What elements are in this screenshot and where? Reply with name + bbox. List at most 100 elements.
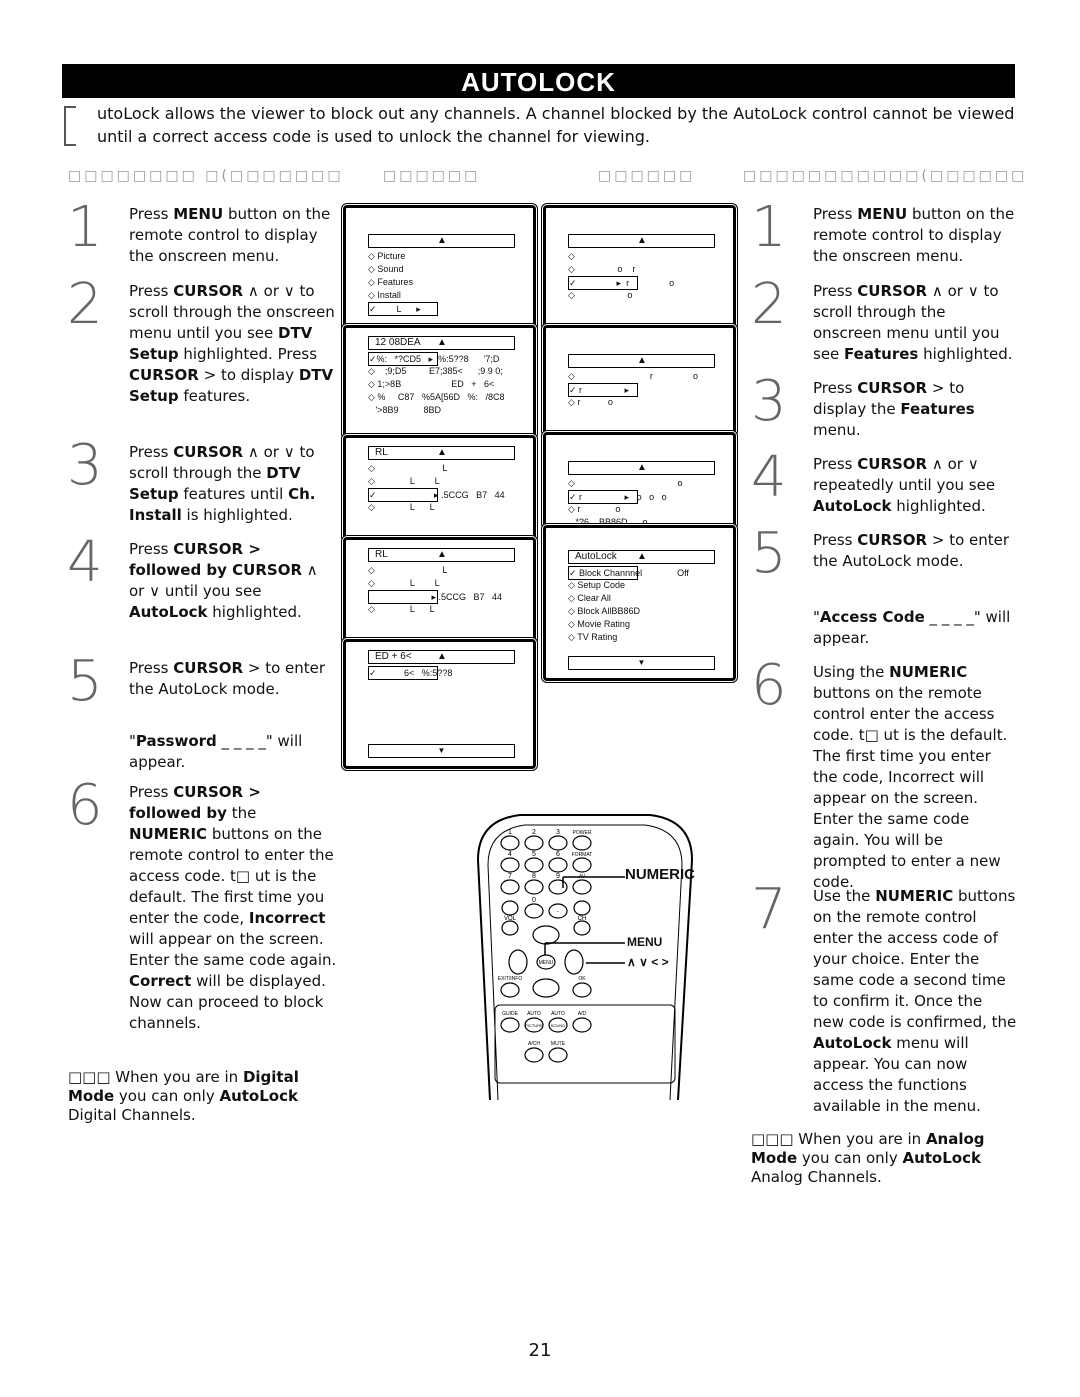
menu-item-highlighted[interactable]: ✓ 6< %:5??8	[368, 666, 452, 680]
column-header-right: □□□□□□□□□□□(□□□□□□	[743, 168, 1028, 184]
menu-item[interactable]: ◇ Block AllBB86D	[568, 605, 640, 617]
remote-key-label: EXIT/INFO	[498, 976, 523, 982]
menu-item[interactable]: ◇ L L	[368, 501, 435, 513]
text-segment: Features	[844, 345, 919, 363]
menu-header: ED + 6< ▲	[368, 650, 515, 664]
remote-key-5[interactable]	[524, 857, 544, 873]
step-number: 6	[67, 773, 103, 838]
remote-key-FORMAT[interactable]	[572, 857, 592, 873]
remote-key-POWER[interactable]	[572, 835, 592, 851]
menu-item[interactable]: ◇ TV Rating	[568, 631, 617, 643]
remote-key-9[interactable]	[548, 879, 568, 895]
step-6: 6 Using the NUMERIC buttons on the remote…	[751, 656, 1018, 893]
menu-item[interactable]: ◇ 1;>8B ED + 6<	[368, 378, 494, 390]
menu-item[interactable]: '>8B9 8BD	[368, 404, 442, 416]
text-segment: Press	[813, 455, 858, 473]
menu-item-highlighted[interactable]: ✓ r ▸ o o o	[568, 490, 667, 504]
vol-up-button[interactable]	[501, 900, 519, 916]
cursor-right-button[interactable]	[564, 949, 584, 975]
menu-screen: ▲ ◇ r o ✓ r ▸ ◇ r o	[543, 325, 736, 435]
menu-item[interactable]: ◇ o	[568, 289, 632, 301]
remote-key-GUIDE[interactable]	[500, 1017, 520, 1033]
remote-key-A/D[interactable]	[572, 1017, 592, 1033]
menu-item[interactable]: ◇ L L	[368, 475, 440, 487]
text-segment: CURSOR	[173, 282, 244, 300]
menu-item[interactable]: ◇ % C87 %5A[56D %: /8C8	[368, 391, 504, 403]
menu-item-highlighted[interactable]: ▸ .5CCG B7 44	[368, 590, 502, 604]
remote-key-label: 1	[508, 829, 512, 836]
menu-item[interactable]: ◇ Features	[368, 276, 413, 288]
remote-key-1[interactable]	[500, 835, 520, 851]
menu-item[interactable]: ◇ o	[568, 477, 682, 489]
ch-down-button[interactable]	[573, 920, 591, 936]
remote-key-label: MENU	[539, 960, 554, 966]
menu-item[interactable]: ◇ Install	[368, 289, 401, 301]
cursor-down-button[interactable]	[532, 978, 560, 998]
step-3: 3 Press CURSOR > to display the Features …	[751, 372, 1018, 441]
remote-key-6[interactable]	[548, 857, 568, 873]
menu-item[interactable]: ◇ L	[368, 462, 447, 474]
step-number: 5	[67, 649, 103, 714]
menu-item[interactable]: ◇ Picture	[368, 250, 405, 262]
text-segment: will appear on the screen. Enter the sam…	[129, 930, 337, 969]
menu-item[interactable]: ◇ L	[368, 564, 447, 576]
menu-scroll-down[interactable]: ▼	[568, 656, 715, 670]
menu-item[interactable]: ◇ r o	[568, 370, 698, 382]
remote-key-label: A/CH	[528, 1041, 540, 1047]
menu-item-highlighted[interactable]: ✓%: *?CD5 ▸ %:5??8 '7;D	[368, 352, 499, 366]
remote-key-label: A/D	[578, 1011, 587, 1017]
menu-item-highlighted[interactable]: ✓ r ▸	[568, 383, 638, 397]
menu-header: ▲	[568, 234, 715, 248]
remote-key-7[interactable]	[500, 879, 520, 895]
remote-key-label: 6	[556, 851, 560, 858]
menu-item[interactable]: ◇ Setup Code	[568, 579, 625, 591]
menu-item[interactable]: ◇ ;9;D5 E7;385< ;9 9 0;	[368, 365, 503, 377]
menu-item[interactable]: ◇ r o	[568, 396, 613, 408]
text-segment: Digital Channels.	[68, 1106, 196, 1124]
menu-item[interactable]: ◇ Movie Rating	[568, 618, 630, 630]
remote-key-4[interactable]	[500, 857, 520, 873]
ach-button[interactable]	[524, 1047, 544, 1063]
menu-item[interactable]: ◇ L L	[368, 603, 435, 615]
exit-info-button[interactable]	[500, 982, 520, 998]
step-4: 4 Press CURSOR > followed by CURSOR ∧ or …	[67, 533, 337, 623]
step-5: 5 Press CURSOR > to enter the AutoLock mo…	[751, 524, 1018, 584]
menu-item-highlighted[interactable]: ✓ Block Channnel Off	[568, 566, 689, 580]
remote-key-3[interactable]	[548, 835, 568, 851]
ok-button[interactable]	[572, 982, 592, 998]
remote-key-8[interactable]	[524, 879, 544, 895]
menu-item[interactable]: ◇ Sound	[368, 263, 403, 275]
step-number: 4	[67, 530, 103, 595]
text-segment: MENU	[173, 205, 224, 223]
menu-item[interactable]: ◇	[568, 250, 575, 262]
cursor-left-button[interactable]	[508, 949, 528, 975]
vol-down-button[interactable]	[501, 920, 519, 936]
text-segment: features until	[178, 485, 289, 503]
text-segment: menu.	[813, 421, 861, 439]
menu-item[interactable]: ◇ o r	[568, 263, 635, 275]
step-number: 2	[67, 272, 103, 337]
menu-item[interactable]: ◇ L L	[368, 577, 440, 589]
text-segment: Press	[129, 205, 174, 223]
remote-key-2[interactable]	[524, 835, 544, 851]
menu-item-highlighted[interactable]: ✓ L ▸	[368, 302, 438, 316]
menu-item-highlighted[interactable]: ✓ ▸ r o	[568, 276, 674, 290]
text-segment: buttons on the remote control enter the …	[813, 887, 1017, 1031]
remote-key-AV[interactable]	[572, 879, 592, 895]
menu-screen: ▲ ◇ Picture ◇ Sound ◇ Features ◇ Install ✓ L …	[343, 205, 536, 331]
mute-button[interactable]	[548, 1047, 568, 1063]
menu-scroll-down[interactable]: ▼	[368, 744, 515, 758]
menu-item[interactable]: ◇ Clear All	[568, 592, 611, 604]
text-segment: MENU	[857, 205, 908, 223]
remote-key-label: ·	[557, 907, 560, 916]
ch-up-button[interactable]	[573, 900, 591, 916]
menu-item[interactable]: ◇ r o	[568, 503, 620, 515]
text-segment: is highlighted.	[181, 506, 293, 524]
text-segment: CURSOR >	[173, 783, 261, 801]
text-segment: buttons on the remote control enter the …	[813, 684, 1008, 891]
remote-key-label: 0	[532, 897, 536, 904]
text-segment: highlighted. Press	[178, 345, 318, 363]
cursor-up-button[interactable]	[532, 925, 560, 945]
remote-key-0[interactable]	[524, 903, 544, 919]
menu-item-highlighted[interactable]: ✓ ▸ .5CCG B7 44	[368, 488, 505, 502]
